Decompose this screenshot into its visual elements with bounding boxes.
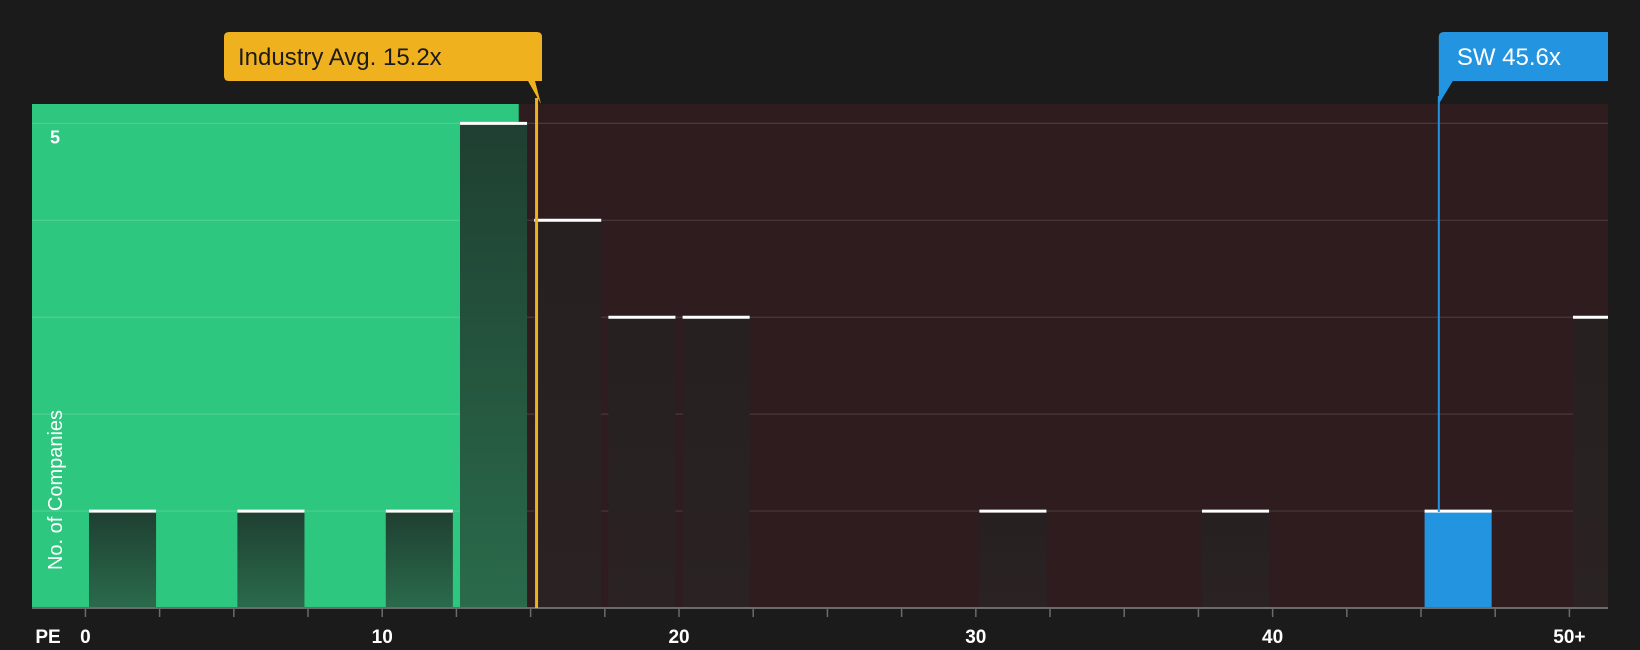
y-axis-label: No. of Companies — [45, 410, 67, 570]
bar-7 — [979, 511, 1047, 608]
bar-0 — [88, 511, 157, 608]
bar-1 — [237, 511, 305, 608]
bar-2 — [385, 511, 453, 608]
company-label: SW 45.6x — [1457, 44, 1561, 71]
x-tick-label-5: 50+ — [1553, 627, 1585, 648]
bar-4 — [534, 220, 602, 609]
x-tick-label-1: 10 — [372, 627, 393, 648]
x-tick-label-0: 0 — [80, 627, 91, 648]
x-tick-label-4: 40 — [1262, 627, 1283, 648]
chart-svg: 0 10 20 30 40 50+ PE 5 No. of Companies Industry … — [32, 32, 1608, 648]
pe-distribution-chart: 0 10 20 30 40 50+ PE 5 No. of Companies Industry … — [0, 0, 1640, 650]
bar-3 — [459, 123, 528, 608]
bar-9 — [1424, 511, 1492, 608]
x-axis-label: PE — [35, 627, 60, 648]
industry-avg-label: Industry Avg. 15.2x — [238, 44, 442, 71]
bar-10 — [1572, 317, 1608, 608]
bar-5 — [608, 317, 676, 608]
bar-6 — [682, 317, 750, 608]
y-tick-label-0: 5 — [50, 127, 60, 147]
bar-8 — [1201, 511, 1270, 608]
x-tick-label-3: 30 — [965, 627, 986, 648]
x-tick-label-2: 20 — [668, 627, 689, 648]
